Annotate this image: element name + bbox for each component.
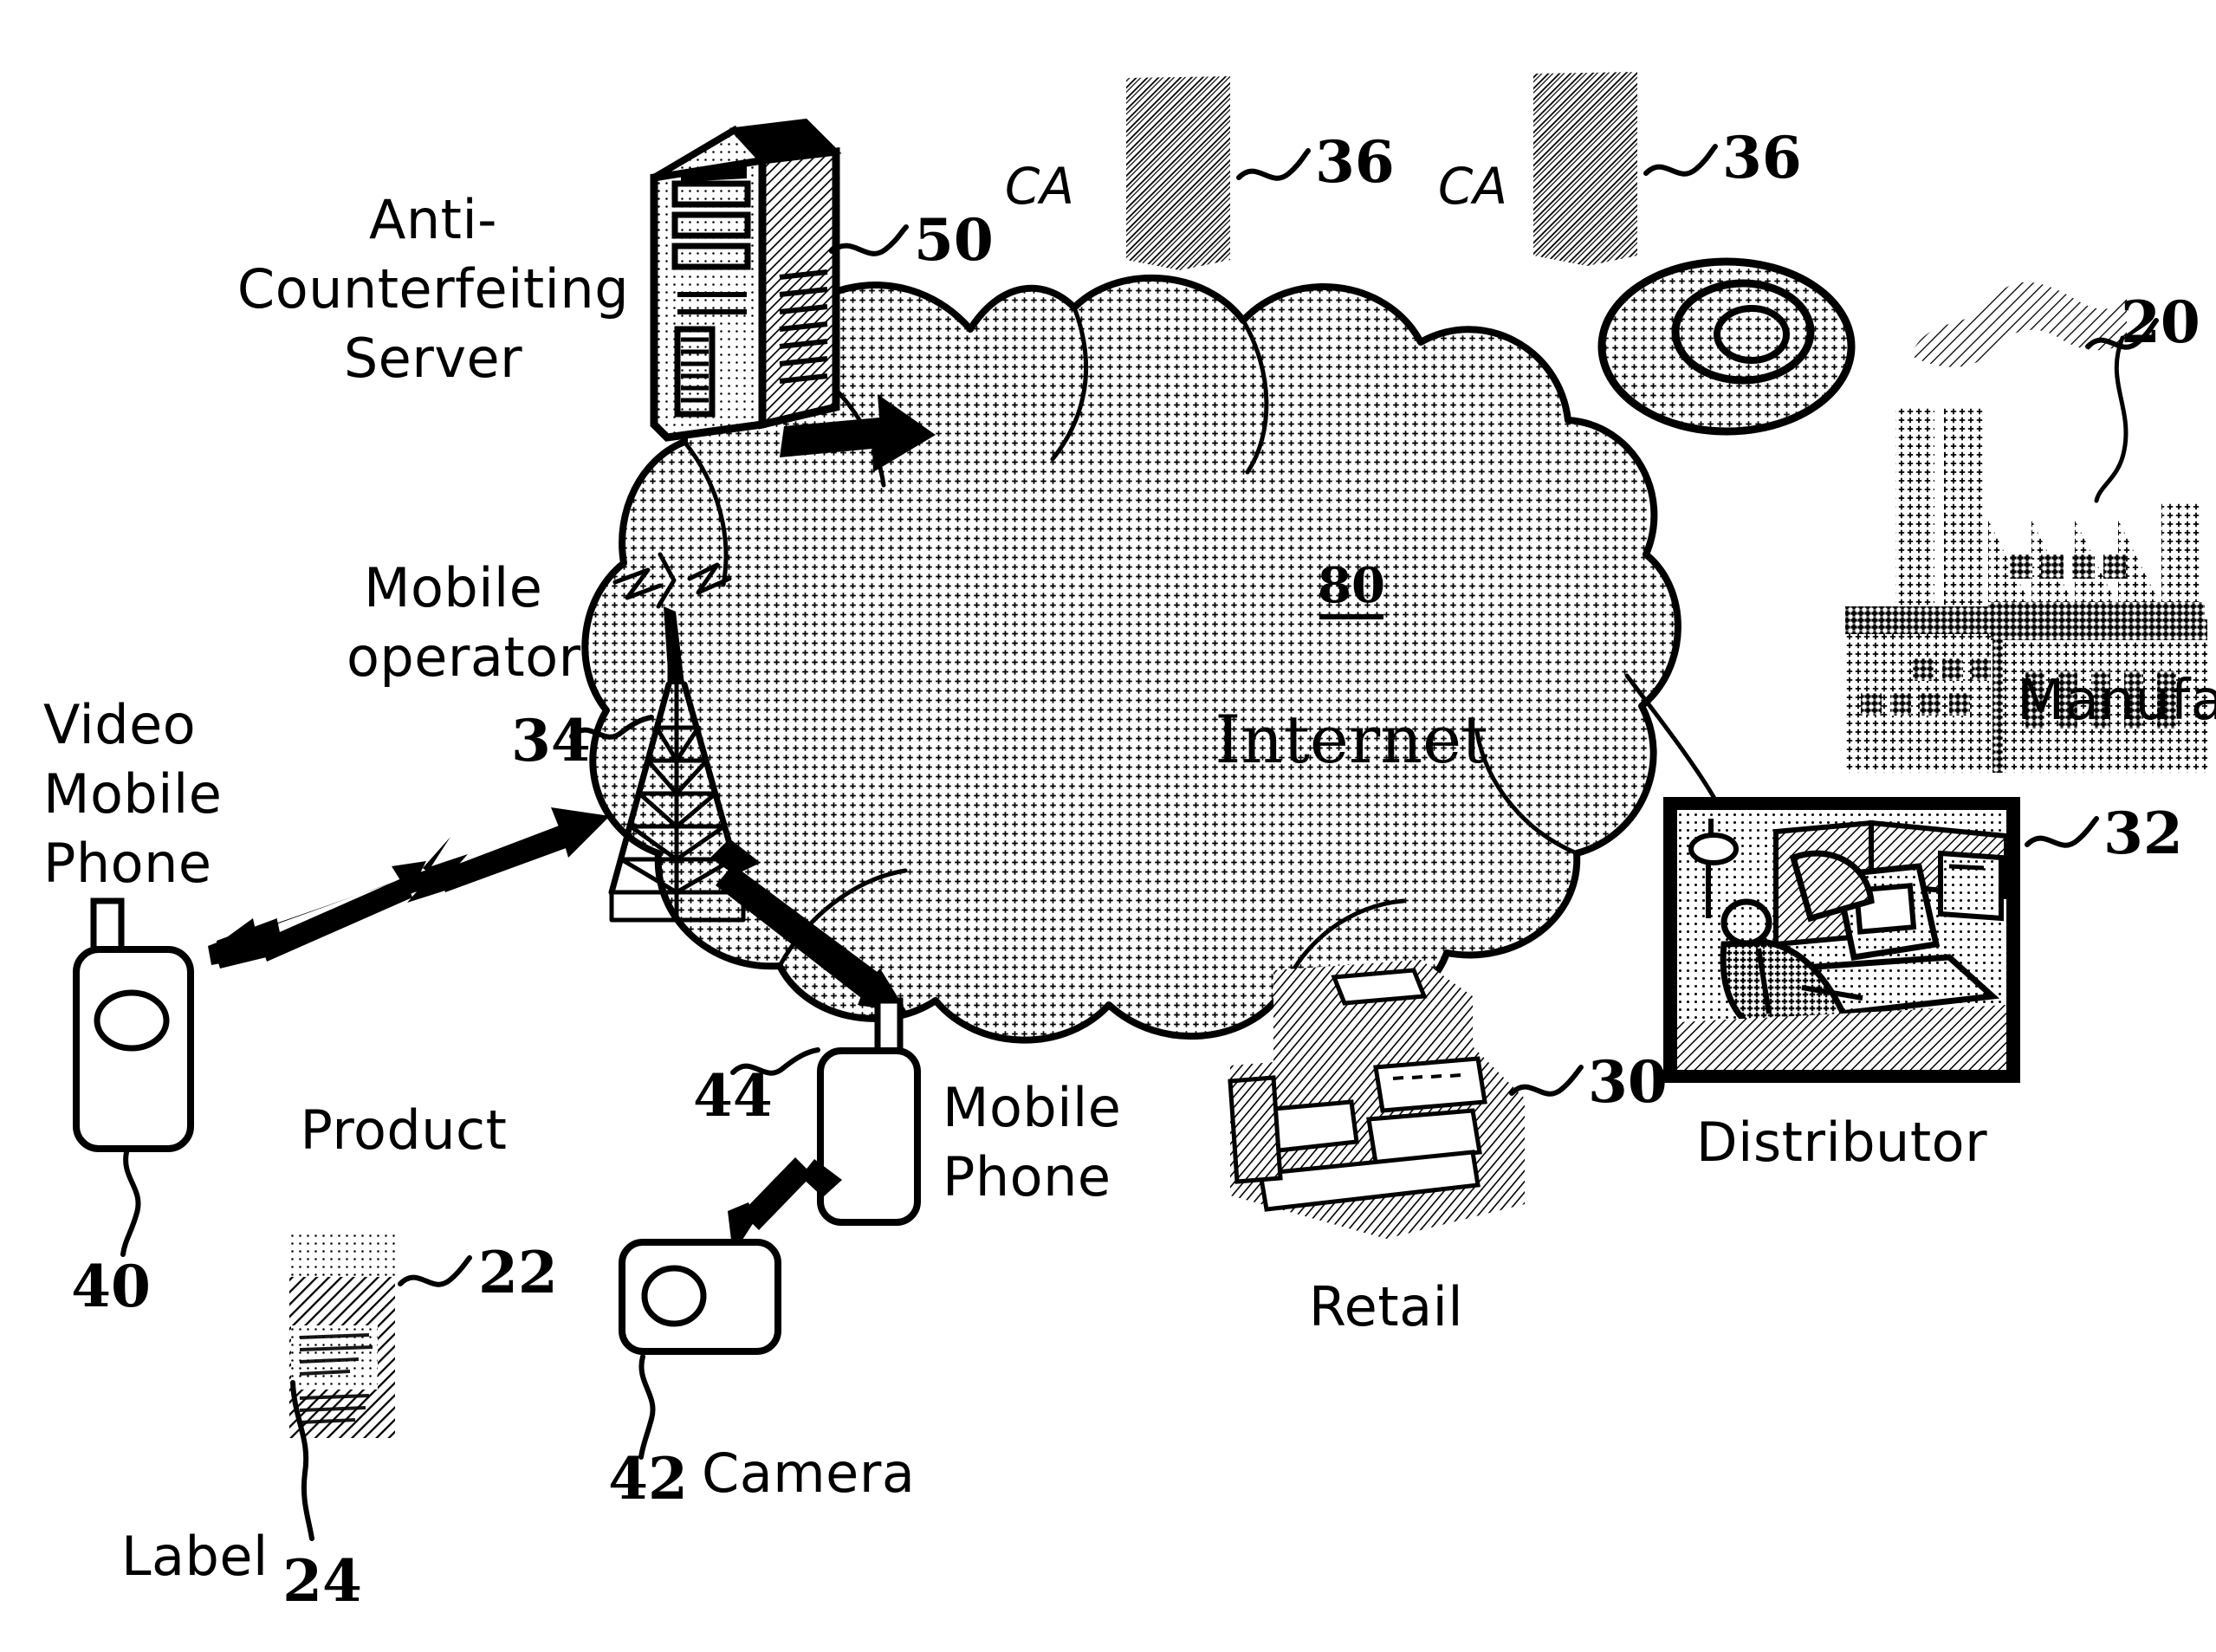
retail-label: Retail	[1309, 1275, 1463, 1338]
server-ref-leader	[829, 224, 909, 256]
mobile-phone-antenna	[874, 997, 904, 1058]
ca-right-ref-leader	[1643, 144, 1718, 177]
video-phone-label-line3: Phone	[43, 832, 212, 895]
video-phone-ref-leader	[120, 1150, 141, 1257]
register-display	[1373, 1056, 1487, 1113]
product-bottle-cap	[289, 1230, 395, 1282]
retail-node[interactable]: 30 Retail	[1228, 960, 1668, 1338]
factory-roof-band	[1988, 602, 2205, 619]
distributor-ref-number: 32	[2103, 800, 2183, 867]
register-side	[1228, 1075, 1283, 1184]
patent-figure: 80 Internet Anti- Counterfeiting Server …	[0, 0, 2216, 1652]
manufacturer-ref-number: 20	[2121, 288, 2200, 356]
distributor-label: Distributor	[1696, 1111, 1987, 1174]
cloud-ref-number: 80	[1318, 557, 1385, 614]
factory-left-roof	[1845, 606, 1991, 634]
product-node[interactable]: Product 22	[289, 1098, 558, 1438]
ca-left-label: CA	[1005, 157, 1074, 216]
product-label-text: Product	[301, 1098, 508, 1162]
product-ref-number: 22	[478, 1239, 558, 1306]
camera-label: Camera	[702, 1441, 915, 1505]
mobile-phone-ref-number: 44	[693, 1062, 773, 1130]
server-label-line2: Counterfeiting	[237, 257, 629, 321]
certificate-authority-server-icon	[1533, 72, 1637, 266]
cloud-ring-detail	[1597, 257, 1856, 436]
certificate-authority-server-icon	[1126, 76, 1230, 270]
video-phone-lens	[94, 989, 170, 1052]
video-phone-label-line2: Mobile	[43, 762, 222, 826]
ca-left-ref-number: 36	[1315, 128, 1395, 196]
mobile-operator-label-line2: operator	[347, 625, 581, 689]
factory-chimney-1	[1895, 407, 1934, 606]
manufacturer-label: Manufacturer	[2017, 669, 2216, 733]
manufacturer-node[interactable]: Manufacturer 20	[1845, 282, 2216, 773]
ca-server-left[interactable]: CA 36	[1005, 76, 1395, 270]
factory-hall-pier	[1992, 640, 2003, 773]
server-label-line3: Server	[344, 327, 522, 390]
mobile-phone-label-line2: Phone	[943, 1145, 1111, 1208]
factory-smoke	[1910, 282, 2127, 367]
retail-ref-number: 30	[1588, 1048, 1668, 1116]
mobile-operator-label-line1: Mobile	[364, 556, 542, 619]
factory-smoke-line	[2094, 335, 2129, 503]
distributor-ref-leader	[2025, 816, 2099, 848]
server-ref-number: 50	[914, 206, 994, 274]
retail-ref-leader	[1509, 1065, 1584, 1097]
camera-ref-leader	[638, 1354, 656, 1460]
ca-right-label: CA	[1438, 157, 1507, 216]
camera-node[interactable]: 42 Camera	[608, 1239, 915, 1513]
product-ref-leader	[398, 1255, 472, 1287]
register-receipt	[1331, 968, 1428, 1006]
ca-left-ref-leader	[1236, 148, 1311, 181]
wireless-link-arrow	[215, 807, 610, 969]
server-label-line1: Anti-	[369, 188, 497, 251]
video-phone-antenna	[90, 897, 125, 956]
camera-lens	[641, 1265, 707, 1327]
label-ref-number: 24	[282, 1547, 362, 1615]
video-phone-label-line1: Video	[43, 693, 196, 756]
factory-chimney-2	[1944, 407, 1983, 606]
factory-hall-roof	[1991, 619, 2207, 640]
cloud-label: Internet	[1215, 701, 1487, 778]
mobile-operator-ref-number: 34	[511, 707, 591, 774]
factory-upper-windows	[2010, 554, 2126, 579]
ca-server-right[interactable]: CA 36	[1438, 72, 1802, 266]
mobile-phone-label-line1: Mobile	[943, 1076, 1121, 1139]
video-phone-ref-number: 40	[71, 1253, 151, 1320]
video-mobile-phone-node[interactable]: Video Mobile Phone 40	[43, 693, 610, 1320]
mobile-phone-icon	[817, 1047, 921, 1226]
ca-right-ref-number: 36	[1722, 124, 1802, 191]
label-text: Label	[121, 1525, 269, 1588]
camera-ref-number: 42	[608, 1445, 688, 1513]
